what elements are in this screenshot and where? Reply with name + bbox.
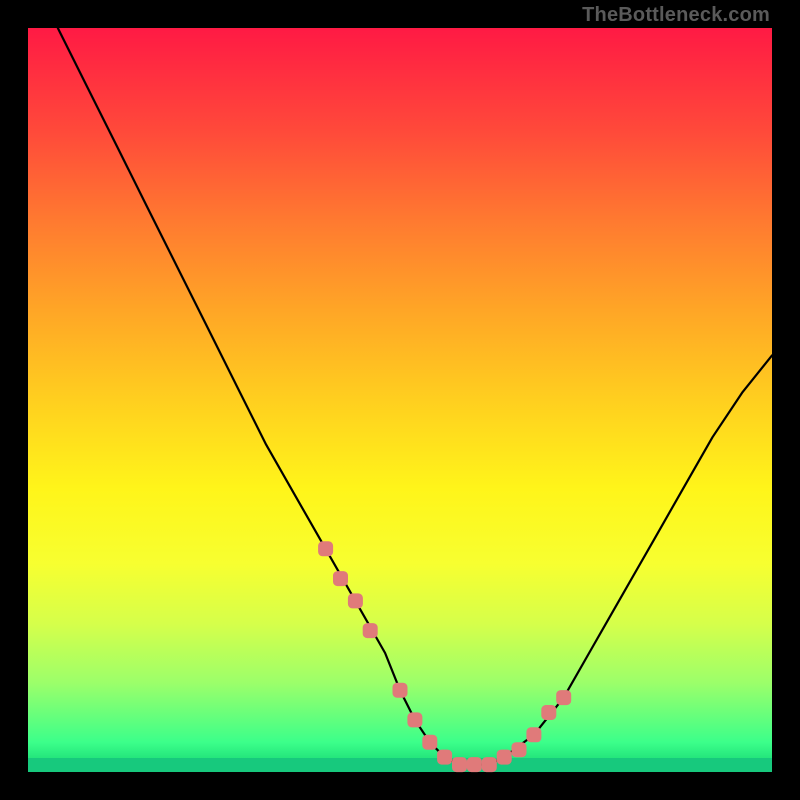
marker-point xyxy=(467,758,481,772)
marker-point xyxy=(557,691,571,705)
marker-point xyxy=(334,572,348,586)
chart-svg xyxy=(28,28,772,772)
marker-point xyxy=(408,713,422,727)
marker-point xyxy=(438,750,452,764)
plot-area xyxy=(28,28,772,772)
marker-point xyxy=(497,750,511,764)
marker-point xyxy=(512,743,526,757)
chart-frame: TheBottleneck.com xyxy=(0,0,800,800)
marker-point xyxy=(363,624,377,638)
marker-point xyxy=(319,542,333,556)
marker-point xyxy=(542,706,556,720)
watermark-text: TheBottleneck.com xyxy=(582,4,770,27)
marker-point xyxy=(527,728,541,742)
marker-group xyxy=(319,542,571,772)
marker-point xyxy=(423,735,437,749)
bottleneck-curve xyxy=(58,28,772,765)
marker-point xyxy=(393,683,407,697)
marker-point xyxy=(348,594,362,608)
marker-point xyxy=(482,758,496,772)
marker-point xyxy=(453,758,467,772)
